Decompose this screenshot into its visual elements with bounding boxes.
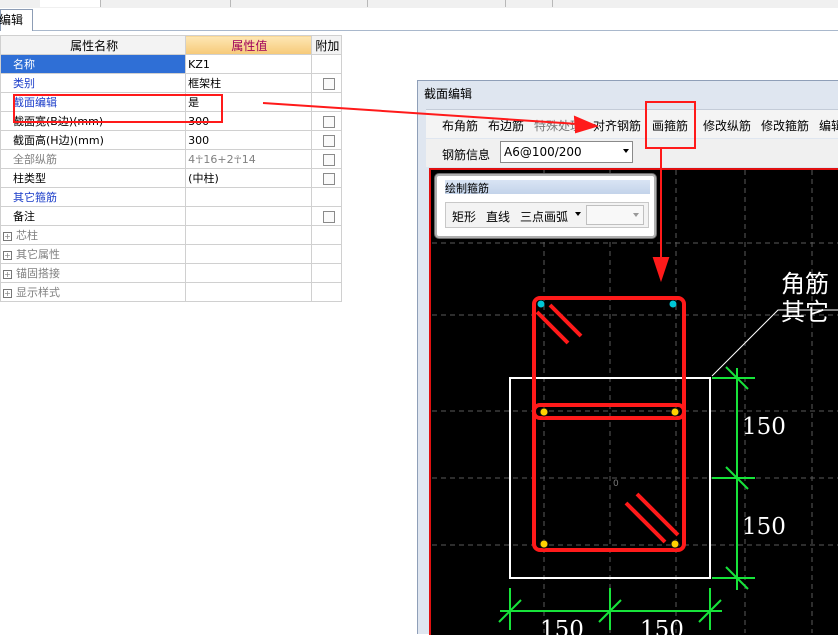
dimension-horizontal — [498, 588, 722, 630]
rectangle-button[interactable]: 矩形 — [452, 208, 476, 225]
rebar-dot — [539, 407, 549, 417]
center-mark: 0 — [613, 479, 619, 489]
highlight-draw-stirrup — [645, 101, 696, 149]
draw-stirrup-title: 绘制箍筋 — [445, 180, 650, 195]
three-point-arc-button[interactable]: 三点画弧 — [520, 208, 568, 225]
dim-label: 150 — [640, 617, 684, 643]
draw-options-select[interactable] — [586, 205, 644, 225]
highlight-section-edit — [13, 94, 223, 123]
stirrup-upper — [532, 296, 686, 420]
stirrup-hook — [635, 492, 680, 537]
dim-label: 150 — [540, 617, 584, 643]
chevron-down-icon[interactable] — [575, 212, 581, 216]
grid-lines — [432, 170, 838, 633]
draw-stirrup-toolbar: 矩形 直线 三点画弧 — [445, 202, 649, 228]
rebar-dot — [670, 539, 680, 549]
dimension-vertical — [712, 366, 755, 590]
draw-stirrup-panel: 绘制箍筋 矩形 直线 三点画弧 — [435, 174, 656, 238]
rebar-dot — [539, 539, 549, 549]
chevron-down-icon[interactable] — [633, 213, 639, 217]
annotation-other: 其它 — [781, 298, 829, 326]
rebar-dot — [537, 300, 545, 308]
line-button[interactable]: 直线 — [486, 208, 510, 225]
dim-label: 150 — [742, 514, 786, 540]
dim-label: 150 — [742, 414, 786, 440]
stirrup-hook — [624, 501, 667, 544]
rebar-dot — [670, 407, 680, 417]
rebar-dot — [669, 300, 677, 308]
